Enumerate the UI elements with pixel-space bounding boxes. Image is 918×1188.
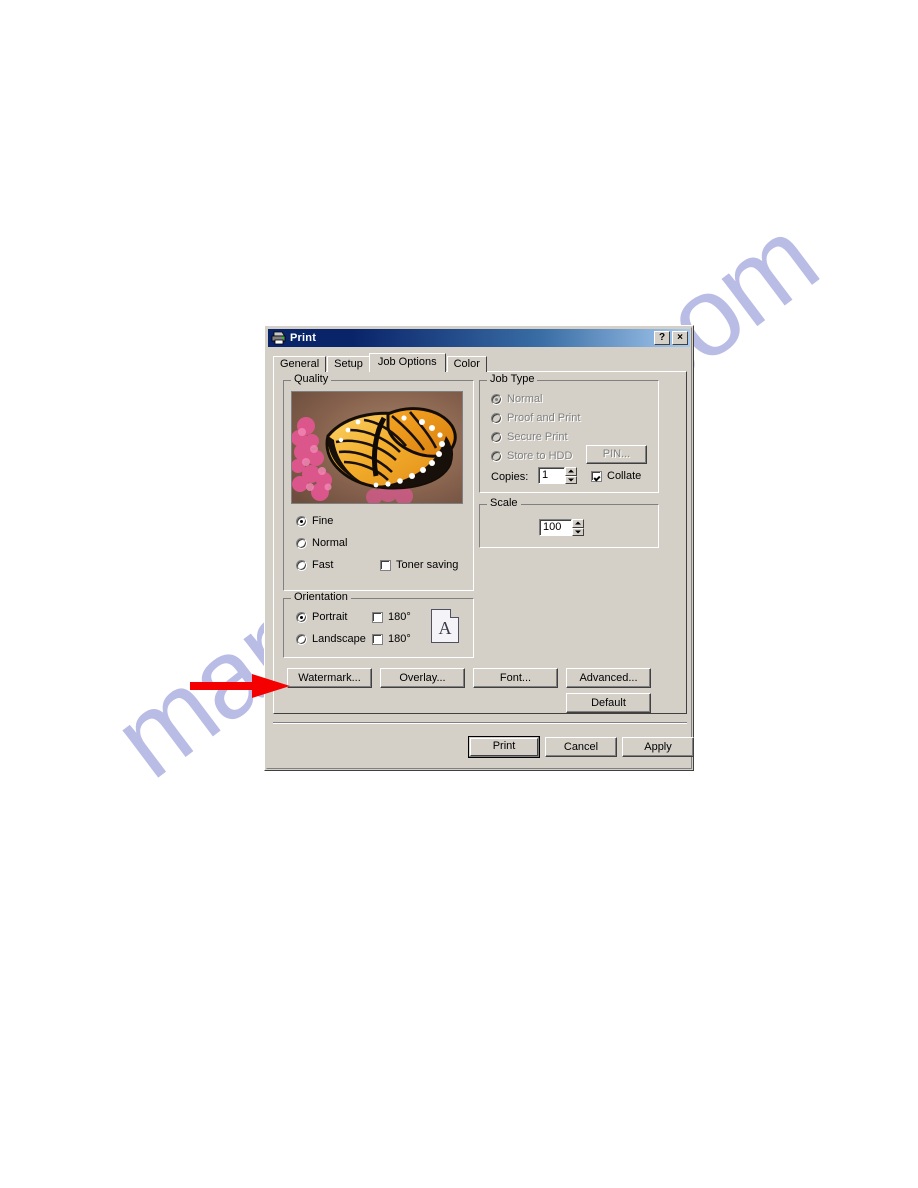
checkbox-collate-icon bbox=[591, 470, 602, 482]
quality-option-normal[interactable]: Normal bbox=[296, 537, 347, 549]
checkbox-portrait-180-icon bbox=[372, 611, 383, 623]
font-button[interactable]: Font... bbox=[473, 668, 558, 688]
orientation-group: Orientation Portrait 180° Landscape 180°… bbox=[283, 592, 474, 658]
portrait-rotate-label: 180° bbox=[388, 611, 411, 623]
landscape-rotate-label: 180° bbox=[388, 633, 411, 645]
job-type-option-secure-print-label: Secure Print bbox=[507, 431, 568, 443]
quality-option-fine-label: Fine bbox=[312, 515, 334, 527]
job-type-option-normal-label: Normal bbox=[507, 393, 543, 405]
job-type-option-store-to-hdd[interactable]: Store to HDD bbox=[491, 450, 572, 462]
copies-input[interactable]: 1 bbox=[538, 467, 565, 484]
quality-option-normal-label: Normal bbox=[312, 537, 348, 549]
orientation-preview-page-icon: A bbox=[431, 609, 459, 643]
scale-stepper[interactable] bbox=[572, 519, 584, 536]
dialog-titlebar[interactable]: Print ? × bbox=[268, 329, 690, 347]
toner-saving-checkbox[interactable]: Toner saving bbox=[380, 559, 458, 571]
overlay-button[interactable]: Overlay... bbox=[380, 668, 465, 688]
print-button[interactable]: Print bbox=[468, 736, 540, 758]
quality-group: Quality Fine Normal Fast Toner saving bbox=[283, 374, 474, 591]
landscape-rotate-checkbox[interactable]: 180° bbox=[372, 633, 411, 645]
toner-saving-label: Toner saving bbox=[396, 559, 459, 571]
help-button[interactable]: ? bbox=[654, 331, 670, 345]
copies-stepper-down[interactable] bbox=[565, 475, 577, 484]
orientation-preview-glyph: A bbox=[438, 618, 452, 638]
scale-group: Scale 100 bbox=[479, 498, 659, 548]
tab-job-options[interactable]: Job Options bbox=[368, 353, 446, 372]
checkbox-landscape-180-icon bbox=[372, 633, 383, 645]
dialog-title: Print bbox=[290, 332, 317, 344]
apply-button[interactable]: Apply bbox=[622, 737, 694, 757]
advanced-button[interactable]: Advanced... bbox=[566, 668, 651, 688]
bottom-separator bbox=[273, 722, 687, 724]
close-button[interactable]: × bbox=[672, 331, 688, 345]
radio-job-secure-icon bbox=[491, 431, 502, 443]
orientation-option-landscape[interactable]: Landscape bbox=[296, 633, 366, 645]
radio-fine-icon bbox=[296, 515, 307, 527]
job-type-option-store-to-hdd-label: Store to HDD bbox=[507, 450, 573, 462]
collate-label: Collate bbox=[607, 470, 642, 482]
default-button[interactable]: Default bbox=[566, 693, 651, 713]
job-type-group-label: Job Type bbox=[487, 374, 538, 385]
scale-stepper-up[interactable] bbox=[572, 519, 584, 528]
radio-normal-icon bbox=[296, 537, 307, 549]
red-arrow-callout-icon bbox=[190, 674, 290, 698]
print-dialog: Print ? × General Setup Job Options Colo… bbox=[264, 325, 694, 771]
checkbox-toner-saving-icon bbox=[380, 559, 391, 571]
radio-fast-icon bbox=[296, 559, 307, 571]
print-button-inner: Print bbox=[470, 738, 538, 756]
copies-label: Copies: bbox=[491, 471, 529, 483]
scale-input[interactable]: 100 bbox=[539, 519, 572, 536]
copies-stepper-up[interactable] bbox=[565, 467, 577, 476]
job-type-option-normal[interactable]: Normal bbox=[491, 393, 542, 405]
tab-strip: General Setup Job Options Color bbox=[273, 353, 687, 372]
quality-group-label: Quality bbox=[291, 374, 332, 385]
watermark-button[interactable]: Watermark... bbox=[287, 668, 372, 688]
orientation-group-label: Orientation bbox=[291, 592, 351, 603]
quality-option-fast[interactable]: Fast bbox=[296, 559, 333, 571]
tab-general[interactable]: General bbox=[273, 356, 327, 372]
scale-group-label: Scale bbox=[487, 498, 521, 509]
job-type-option-proof-and-print-label: Proof and Print bbox=[507, 412, 581, 424]
radio-landscape-icon bbox=[296, 633, 307, 645]
tab-color[interactable]: Color bbox=[446, 356, 487, 372]
copies-stepper[interactable] bbox=[565, 467, 577, 484]
radio-portrait-icon bbox=[296, 611, 307, 623]
printer-icon bbox=[271, 331, 287, 345]
radio-job-normal-icon bbox=[491, 393, 502, 405]
orientation-option-landscape-label: Landscape bbox=[312, 633, 366, 645]
tab-setup[interactable]: Setup bbox=[327, 356, 370, 372]
quality-preview-image bbox=[291, 391, 463, 504]
job-type-option-proof-and-print[interactable]: Proof and Print bbox=[491, 412, 580, 424]
scale-stepper-down[interactable] bbox=[572, 527, 584, 536]
orientation-option-portrait[interactable]: Portrait bbox=[296, 611, 347, 623]
job-type-group: Job Type Normal Proof and Print Secure P… bbox=[479, 374, 659, 493]
page-fold-corner-icon bbox=[450, 609, 459, 618]
job-options-panel: Quality Fine Normal Fast Toner saving Or… bbox=[273, 371, 687, 714]
orientation-option-portrait-label: Portrait bbox=[312, 611, 348, 623]
collate-checkbox[interactable]: Collate bbox=[591, 470, 641, 482]
job-type-option-secure-print[interactable]: Secure Print bbox=[491, 431, 568, 443]
radio-job-store-hdd-icon bbox=[491, 450, 502, 462]
cancel-button[interactable]: Cancel bbox=[545, 737, 617, 757]
quality-option-fast-label: Fast bbox=[312, 559, 334, 571]
radio-job-proof-icon bbox=[491, 412, 502, 424]
quality-option-fine[interactable]: Fine bbox=[296, 515, 333, 527]
portrait-rotate-checkbox[interactable]: 180° bbox=[372, 611, 411, 623]
pin-button[interactable]: PIN... bbox=[586, 445, 647, 464]
